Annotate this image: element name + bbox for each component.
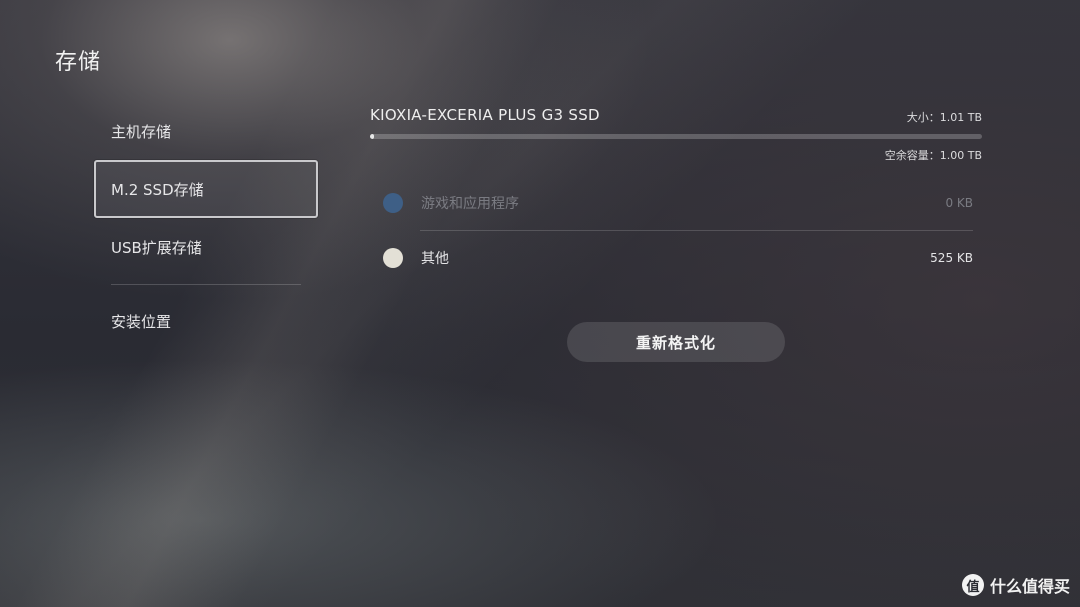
games-apps-color-dot <box>383 193 403 213</box>
category-label: 游戏和应用程序 <box>421 196 519 212</box>
category-label: 其他 <box>421 251 449 267</box>
watermark-logo-icon: 值 <box>961 574 984 596</box>
sidebar-item-label: USB扩展存储 <box>111 238 202 257</box>
watermark: 值 什么值得买 <box>961 573 1070 597</box>
drive-name: KIOXIA-EXCERIA PLUS G3 SSD <box>370 106 600 124</box>
watermark-text: 什么值得买 <box>989 577 1070 596</box>
sidebar-item-install-location[interactable]: 安装位置 <box>94 292 318 350</box>
storage-usage-fill <box>370 134 374 139</box>
sidebar-item-label: M.2 SSD存储 <box>111 180 204 199</box>
other-color-dot <box>383 248 403 268</box>
page-title: 存储 <box>55 50 102 75</box>
drive-size: 大小：1.01 TB <box>906 111 982 124</box>
category-size: 525 KB <box>930 251 973 265</box>
storage-usage-bar <box>370 134 982 139</box>
sidebar-item-console-storage[interactable]: 主机存储 <box>94 102 318 160</box>
sidebar-item-label: 主机存储 <box>111 122 172 141</box>
category-row-games-apps[interactable]: 游戏和应用程序 0 KB <box>383 188 973 218</box>
free-space: 空余容量：1.00 TB <box>884 149 982 162</box>
sidebar-item-label: 安装位置 <box>111 312 172 331</box>
sidebar-divider <box>111 284 301 285</box>
category-divider <box>420 230 973 231</box>
reformat-button[interactable]: 重新格式化 <box>567 322 785 362</box>
sidebar-item-m2-ssd-storage[interactable]: M.2 SSD存储 <box>94 160 318 218</box>
category-size: 0 KB <box>945 196 973 210</box>
sidebar-item-usb-extended-storage[interactable]: USB扩展存储 <box>94 218 318 276</box>
storage-screen: 存储 主机存储 M.2 SSD存储 USB扩展存储 安装位置 KIOXIA-EX… <box>0 0 1080 607</box>
category-row-other[interactable]: 其他 525 KB <box>383 243 973 273</box>
